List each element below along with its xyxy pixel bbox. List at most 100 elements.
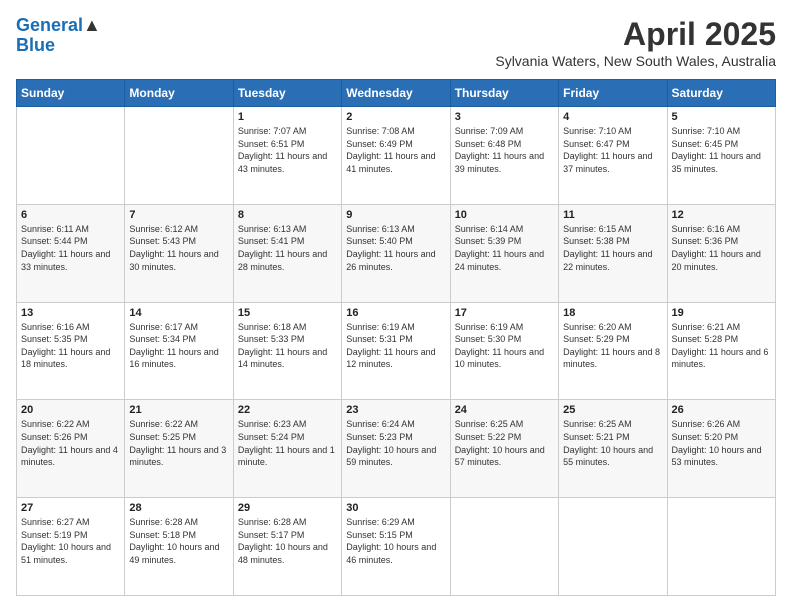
day-number: 25: [563, 404, 662, 416]
calendar-cell: [450, 498, 558, 596]
calendar-cell: 25 Sunrise: 6:25 AM Sunset: 5:21 PM Dayli…: [559, 400, 667, 498]
day-number: 7: [129, 209, 228, 221]
logo-text: General▲: [16, 16, 101, 36]
day-number: 2: [346, 111, 445, 123]
calendar-cell: 20Sunrise: 6:22 AM Sunset: 5:26 PM Dayli…: [17, 400, 125, 498]
day-info: Sunrise: 7:07 AM Sunset: 6:51 PM Dayligh…: [238, 125, 337, 175]
calendar-cell: 21Sunrise: 6:22 AM Sunset: 5:25 PM Dayli…: [125, 400, 233, 498]
logo: General▲ Blue: [16, 16, 101, 56]
day-info: Sunrise: 6:22 AM Sunset: 5:26 PM Dayligh…: [21, 418, 120, 468]
day-info: Sunrise: 7:10 AM Sunset: 6:45 PM Dayligh…: [672, 125, 771, 175]
day-number: 19: [672, 307, 771, 319]
calendar-cell: 11 Sunrise: 6:15 AM Sunset: 5:38 PM Dayli…: [559, 204, 667, 302]
day-number: 5: [672, 111, 771, 123]
week-row-4: 20Sunrise: 6:22 AM Sunset: 5:26 PM Dayli…: [17, 400, 776, 498]
calendar-cell: 16 Sunrise: 6:19 AM Sunset: 5:31 PM Dayli…: [342, 302, 450, 400]
weekday-header-tuesday: Tuesday: [233, 80, 341, 107]
logo-blue: Blue: [16, 36, 101, 56]
day-number: 28: [129, 502, 228, 514]
day-number: 8: [238, 209, 337, 221]
day-info: Sunrise: 6:16 AM Sunset: 5:36 PM Dayligh…: [672, 223, 771, 273]
day-info: Sunrise: 6:21 AM Sunset: 5:28 PM Dayligh…: [672, 321, 771, 371]
calendar: SundayMondayTuesdayWednesdayThursdayFrid…: [16, 79, 776, 596]
calendar-cell: 4 Sunrise: 7:10 AM Sunset: 6:47 PM Daylig…: [559, 107, 667, 205]
logo-general: General: [16, 15, 83, 35]
day-info: Sunrise: 6:20 AM Sunset: 5:29 PM Dayligh…: [563, 321, 662, 371]
day-number: 14: [129, 307, 228, 319]
day-number: 17: [455, 307, 554, 319]
weekday-header-row: SundayMondayTuesdayWednesdayThursdayFrid…: [17, 80, 776, 107]
calendar-cell: 22 Sunrise: 6:23 AM Sunset: 5:24 PM Dayli…: [233, 400, 341, 498]
day-number: 24: [455, 404, 554, 416]
day-number: 27: [21, 502, 120, 514]
calendar-cell: 26 Sunrise: 6:26 AM Sunset: 5:20 PM Dayli…: [667, 400, 775, 498]
day-number: 12: [672, 209, 771, 221]
day-number: 11: [563, 209, 662, 221]
calendar-cell: 28 Sunrise: 6:28 AM Sunset: 5:18 PM Dayli…: [125, 498, 233, 596]
day-info: Sunrise: 6:25 AM Sunset: 5:21 PM Dayligh…: [563, 418, 662, 468]
calendar-cell: [17, 107, 125, 205]
calendar-cell: 15Sunrise: 6:18 AM Sunset: 5:33 PM Dayli…: [233, 302, 341, 400]
day-info: Sunrise: 7:09 AM Sunset: 6:48 PM Dayligh…: [455, 125, 554, 175]
day-number: 1: [238, 111, 337, 123]
day-number: 23: [346, 404, 445, 416]
calendar-cell: 13 Sunrise: 6:16 AM Sunset: 5:35 PM Dayli…: [17, 302, 125, 400]
day-info: Sunrise: 6:19 AM Sunset: 5:31 PM Dayligh…: [346, 321, 445, 371]
weekday-header-sunday: Sunday: [17, 80, 125, 107]
day-number: 10: [455, 209, 554, 221]
day-info: Sunrise: 7:10 AM Sunset: 6:47 PM Dayligh…: [563, 125, 662, 175]
weekday-header-friday: Friday: [559, 80, 667, 107]
calendar-cell: 3 Sunrise: 7:09 AM Sunset: 6:48 PM Daylig…: [450, 107, 558, 205]
day-number: 26: [672, 404, 771, 416]
main-title: April 2025: [495, 16, 776, 53]
day-info: Sunrise: 6:16 AM Sunset: 5:35 PM Dayligh…: [21, 321, 120, 371]
day-info: Sunrise: 6:13 AM Sunset: 5:41 PM Dayligh…: [238, 223, 337, 273]
day-info: Sunrise: 6:15 AM Sunset: 5:38 PM Dayligh…: [563, 223, 662, 273]
calendar-cell: 27 Sunrise: 6:27 AM Sunset: 5:19 PM Dayli…: [17, 498, 125, 596]
day-info: Sunrise: 6:25 AM Sunset: 5:22 PM Dayligh…: [455, 418, 554, 468]
day-info: Sunrise: 6:19 AM Sunset: 5:30 PM Dayligh…: [455, 321, 554, 371]
day-info: Sunrise: 6:28 AM Sunset: 5:18 PM Dayligh…: [129, 516, 228, 566]
title-block: April 2025 Sylvania Waters, New South Wa…: [495, 16, 776, 69]
day-info: Sunrise: 6:11 AM Sunset: 5:44 PM Dayligh…: [21, 223, 120, 273]
calendar-cell: 2 Sunrise: 7:08 AM Sunset: 6:49 PM Daylig…: [342, 107, 450, 205]
day-info: Sunrise: 6:26 AM Sunset: 5:20 PM Dayligh…: [672, 418, 771, 468]
calendar-cell: 18 Sunrise: 6:20 AM Sunset: 5:29 PM Dayli…: [559, 302, 667, 400]
day-number: 13: [21, 307, 120, 319]
day-number: 3: [455, 111, 554, 123]
day-number: 6: [21, 209, 120, 221]
day-info: Sunrise: 7:08 AM Sunset: 6:49 PM Dayligh…: [346, 125, 445, 175]
day-info: Sunrise: 6:17 AM Sunset: 5:34 PM Dayligh…: [129, 321, 228, 371]
day-number: 4: [563, 111, 662, 123]
calendar-cell: 10 Sunrise: 6:14 AM Sunset: 5:39 PM Dayli…: [450, 204, 558, 302]
calendar-cell: 19 Sunrise: 6:21 AM Sunset: 5:28 PM Dayli…: [667, 302, 775, 400]
calendar-cell: 23 Sunrise: 6:24 AM Sunset: 5:23 PM Dayli…: [342, 400, 450, 498]
calendar-cell: 12 Sunrise: 6:16 AM Sunset: 5:36 PM Dayli…: [667, 204, 775, 302]
weekday-header-wednesday: Wednesday: [342, 80, 450, 107]
calendar-cell: 6 Sunrise: 6:11 AM Sunset: 5:44 PM Daylig…: [17, 204, 125, 302]
calendar-body: 1 Sunrise: 7:07 AM Sunset: 6:51 PM Daylig…: [17, 107, 776, 596]
day-info: Sunrise: 6:13 AM Sunset: 5:40 PM Dayligh…: [346, 223, 445, 273]
day-info: Sunrise: 6:24 AM Sunset: 5:23 PM Dayligh…: [346, 418, 445, 468]
day-info: Sunrise: 6:28 AM Sunset: 5:17 PM Dayligh…: [238, 516, 337, 566]
weekday-header-thursday: Thursday: [450, 80, 558, 107]
header: General▲ Blue April 2025 Sylvania Waters…: [16, 16, 776, 69]
day-number: 29: [238, 502, 337, 514]
day-number: 22: [238, 404, 337, 416]
day-info: Sunrise: 6:29 AM Sunset: 5:15 PM Dayligh…: [346, 516, 445, 566]
day-info: Sunrise: 6:14 AM Sunset: 5:39 PM Dayligh…: [455, 223, 554, 273]
day-number: 16: [346, 307, 445, 319]
calendar-cell: 8 Sunrise: 6:13 AM Sunset: 5:41 PM Daylig…: [233, 204, 341, 302]
day-info: Sunrise: 6:27 AM Sunset: 5:19 PM Dayligh…: [21, 516, 120, 566]
day-number: 18: [563, 307, 662, 319]
day-info: Sunrise: 6:23 AM Sunset: 5:24 PM Dayligh…: [238, 418, 337, 468]
calendar-cell: 17 Sunrise: 6:19 AM Sunset: 5:30 PM Dayli…: [450, 302, 558, 400]
day-number: 9: [346, 209, 445, 221]
calendar-cell: 5 Sunrise: 7:10 AM Sunset: 6:45 PM Daylig…: [667, 107, 775, 205]
calendar-cell: 9 Sunrise: 6:13 AM Sunset: 5:40 PM Daylig…: [342, 204, 450, 302]
week-row-3: 13 Sunrise: 6:16 AM Sunset: 5:35 PM Dayli…: [17, 302, 776, 400]
weekday-header-saturday: Saturday: [667, 80, 775, 107]
calendar-cell: 1 Sunrise: 7:07 AM Sunset: 6:51 PM Daylig…: [233, 107, 341, 205]
day-info: Sunrise: 6:12 AM Sunset: 5:43 PM Dayligh…: [129, 223, 228, 273]
week-row-5: 27 Sunrise: 6:27 AM Sunset: 5:19 PM Dayli…: [17, 498, 776, 596]
